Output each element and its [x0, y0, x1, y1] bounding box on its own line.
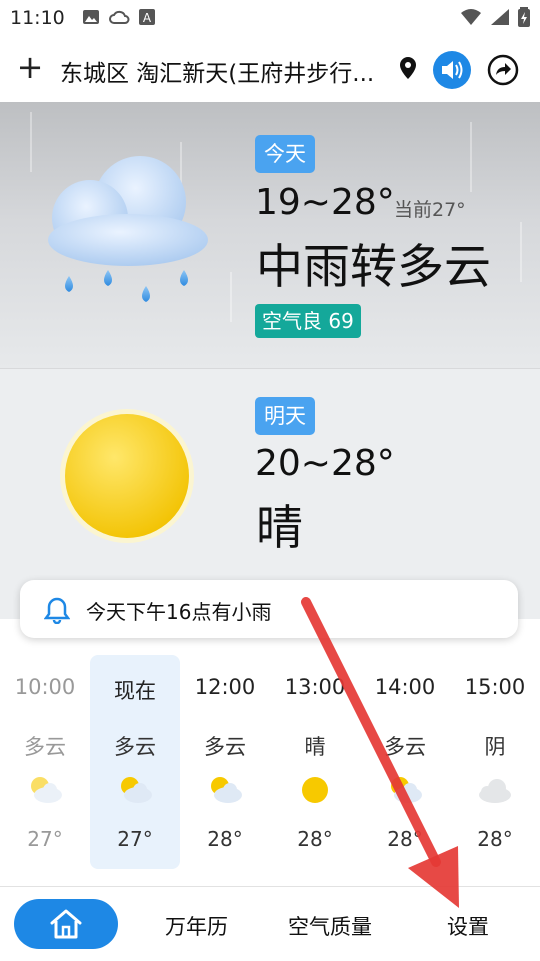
hourly-item[interactable]: 12:00 多云 28°	[180, 655, 270, 869]
hourly-item[interactable]: 15:00 阴 28°	[450, 655, 540, 869]
hour-time: 现在	[114, 679, 156, 703]
share-icon[interactable]	[486, 53, 520, 87]
rain-alert-bar[interactable]: 今天下午16点有小雨	[20, 580, 518, 638]
hourly-forecast[interactable]: 10:00 多云 27° 现在 多云 27° 12:00 多云 28° 13:00 晴 28° 14:0…	[0, 655, 540, 875]
aqi-badge[interactable]: 空气良 69	[255, 304, 361, 338]
nav-air-quality[interactable]: 空气质量	[288, 911, 372, 941]
rain-cloud-icon	[48, 156, 208, 302]
bell-icon	[44, 597, 70, 624]
status-time: 11:10	[10, 7, 65, 29]
speaker-icon	[442, 61, 463, 79]
today-condition: 中雨转多云	[256, 240, 491, 295]
svg-text:A: A	[143, 11, 152, 25]
header: + 东城区 淘汇新天(王府井步行...	[0, 36, 540, 102]
hour-temp: 28°	[207, 827, 243, 851]
hour-time: 14:00	[374, 675, 436, 699]
hour-condition: 多云	[114, 735, 156, 759]
today-badge: 今天	[255, 135, 315, 173]
hour-temp: 28°	[477, 827, 513, 851]
hourly-item[interactable]: 14:00 多云 28°	[360, 655, 450, 869]
hour-time: 12:00	[194, 675, 256, 699]
location-title[interactable]: 东城区 淘汇新天(王府井步行...	[60, 54, 400, 88]
hourly-item[interactable]: 10:00 多云 27°	[0, 655, 90, 869]
today-temp-range: 19~28°	[255, 182, 395, 223]
location-pin-icon	[400, 57, 416, 79]
hour-condition: 多云	[384, 735, 426, 759]
hour-condition: 多云	[204, 735, 246, 759]
hourly-item[interactable]: 13:00 晴 28°	[270, 655, 360, 869]
hour-temp: 27°	[27, 827, 63, 851]
bottom-nav: 万年历 空气质量 设置	[0, 886, 540, 961]
current-temp: 当前27°	[394, 199, 466, 221]
partly-cloudy-icon	[26, 773, 64, 807]
signal-icon	[491, 9, 509, 25]
partly-cloudy-icon	[386, 773, 424, 807]
partly-cloudy-icon	[206, 773, 244, 807]
wifi-icon	[461, 9, 481, 25]
font-a-icon: A	[139, 9, 155, 25]
status-bar: 11:10 A	[0, 0, 540, 36]
tomorrow-condition: 晴	[256, 501, 303, 556]
alert-text: 今天下午16点有小雨	[86, 600, 272, 624]
hour-temp: 28°	[297, 827, 333, 851]
sun-icon	[296, 773, 334, 807]
voice-broadcast-button[interactable]	[433, 51, 471, 89]
today-weather-card[interactable]: 今天 19~28° 当前27° 中雨转多云 空气良 69	[0, 102, 540, 368]
nav-home-button[interactable]	[14, 899, 118, 949]
battery-icon	[518, 7, 530, 27]
hourly-item[interactable]: 现在多云 27°	[90, 655, 180, 869]
hour-time: 15:00	[464, 675, 526, 699]
hour-time: 10:00	[14, 675, 76, 699]
nav-settings[interactable]: 设置	[447, 911, 489, 941]
partly-cloudy-icon	[116, 773, 154, 807]
hour-time: 13:00	[284, 675, 346, 699]
cloud-status-icon	[109, 10, 130, 24]
hour-temp: 28°	[387, 827, 423, 851]
cloud-icon	[476, 773, 514, 807]
add-city-button[interactable]: +	[16, 50, 44, 86]
home-icon	[50, 909, 82, 939]
gallery-icon	[83, 10, 99, 24]
hour-condition: 多云	[24, 735, 66, 759]
hour-condition: 晴	[304, 735, 326, 759]
tomorrow-badge: 明天	[255, 397, 315, 435]
nav-calendar[interactable]: 万年历	[165, 911, 228, 941]
hour-temp: 27°	[117, 827, 153, 851]
sun-large-icon	[60, 409, 194, 543]
tomorrow-temp-range: 20~28°	[255, 443, 395, 484]
hour-condition: 阴	[484, 735, 506, 759]
